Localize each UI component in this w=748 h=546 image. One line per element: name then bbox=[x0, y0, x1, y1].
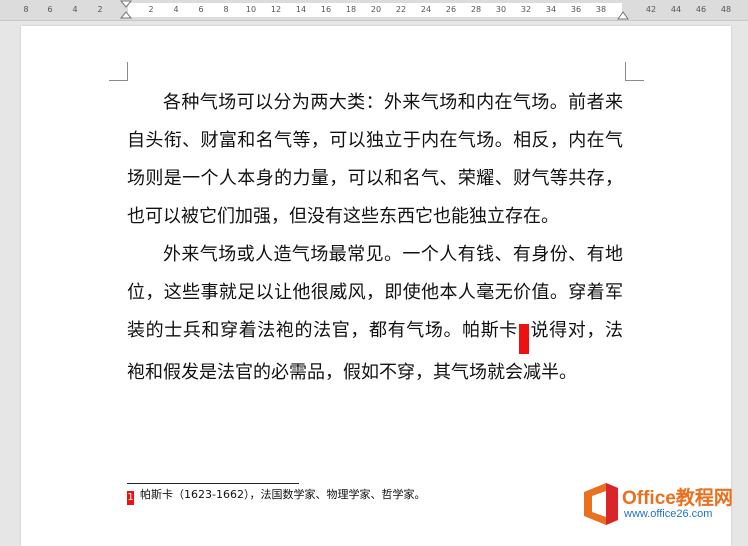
office-logo-icon bbox=[584, 483, 618, 525]
ruler-tick-label: 24 bbox=[420, 5, 432, 14]
ruler-tick-label: 46 bbox=[695, 5, 707, 14]
footnote-separator bbox=[127, 483, 299, 484]
ruler-tick-label: 30 bbox=[495, 5, 507, 14]
ruler-tick-label: 6 bbox=[47, 5, 53, 14]
first-line-indent-marker[interactable] bbox=[120, 0, 132, 20]
office-logo-watermark: Office教程网 www.office26.com bbox=[578, 479, 744, 527]
ruler-tick-label: 2 bbox=[97, 5, 103, 14]
ruler-tick-label: 18 bbox=[345, 5, 357, 14]
crop-mark-top-left bbox=[109, 62, 128, 81]
ruler-tick-label: 34 bbox=[545, 5, 557, 14]
ruler-tick-label: 32 bbox=[520, 5, 532, 14]
ruler-tick-label: 20 bbox=[370, 5, 382, 14]
ruler-tick-label: 28 bbox=[470, 5, 482, 14]
ruler-tick-label: 14 bbox=[295, 5, 307, 14]
ruler-tick-label: 12 bbox=[270, 5, 282, 14]
right-indent-marker[interactable] bbox=[617, 9, 629, 20]
ruler-tick-label: 16 bbox=[320, 5, 332, 14]
ruler-tick-label: 8 bbox=[23, 5, 29, 14]
watermark-title: Office教程网 bbox=[622, 488, 733, 509]
ruler-tick-label: 44 bbox=[670, 5, 682, 14]
ruler-tick-label: 36 bbox=[570, 5, 582, 14]
ruler-tick-label: 42 bbox=[645, 5, 657, 14]
ruler-tick-label: 10 bbox=[245, 5, 257, 14]
document-body[interactable]: 各种气场可以分为两大类：外来气场和内在气场。前者来自头衔、财富和名气等，可以独立… bbox=[127, 84, 623, 392]
ruler-tick-label: 48 bbox=[720, 5, 732, 14]
horizontal-ruler[interactable]: 8 6 4 2 2 4 6 8 10 12 14 16 18 20 22 24 26 28 30 32 34 36 38 42… bbox=[0, 0, 748, 21]
ruler-tick-label: 26 bbox=[445, 5, 457, 14]
footnote-reference-mark[interactable]: 1 bbox=[518, 324, 562, 354]
ruler-tick-label: 22 bbox=[395, 5, 407, 14]
document-page[interactable]: 各种气场可以分为两大类：外来气场和内在气场。前者来自头衔、财富和名气等，可以独立… bbox=[21, 26, 731, 546]
ruler-tick-label: 2 bbox=[148, 5, 154, 14]
ruler-tick-label: 38 bbox=[595, 5, 607, 14]
ruler-tick-label: 4 bbox=[173, 5, 179, 14]
footnote[interactable]: 1 帕斯卡（1623-1662），法国数学家、物理学家、哲学家。 bbox=[127, 487, 425, 505]
footnote-text: 帕斯卡（1623-1662），法国数学家、物理学家、哲学家。 bbox=[140, 488, 426, 501]
ruler-tick-label: 8 bbox=[223, 5, 229, 14]
ruler-tick-label: 6 bbox=[198, 5, 204, 14]
footnote-number: 1 bbox=[127, 491, 134, 505]
crop-mark-top-right bbox=[625, 62, 644, 81]
paragraph-2: 外来气场或人造气场最常见。一个人有钱、有身份、有地位，这些事就足以让他很威风，即… bbox=[127, 236, 623, 392]
watermark-url: www.office26.com bbox=[624, 508, 713, 520]
ruler-tick-label: 4 bbox=[72, 5, 78, 14]
paragraph-1: 各种气场可以分为两大类：外来气场和内在气场。前者来自头衔、财富和名气等，可以独立… bbox=[127, 92, 623, 227]
